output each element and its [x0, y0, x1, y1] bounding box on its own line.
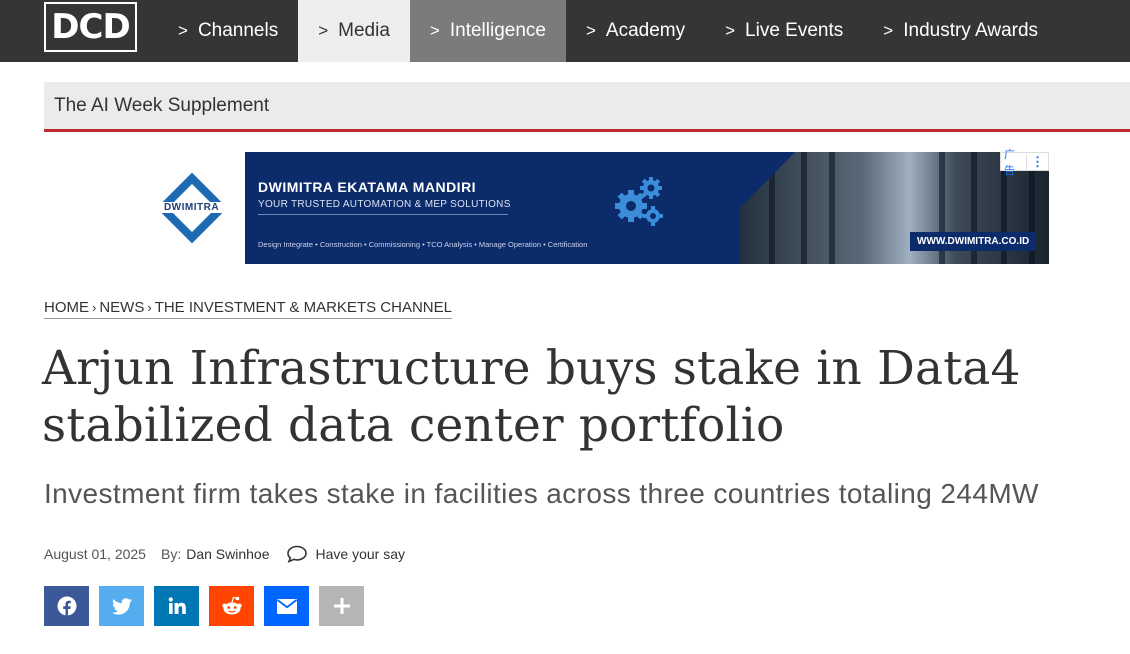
- supplement-label: The AI Week Supplement: [54, 94, 270, 116]
- chevron-right-icon: >: [429, 21, 440, 40]
- nav-item-label: Media: [338, 20, 390, 41]
- gears-icon: [615, 177, 663, 226]
- top-navigation: DCD > Channels > Media > Intelligence > …: [0, 0, 1130, 62]
- chevron-right-icon: >: [725, 21, 736, 40]
- article-meta: August 01, 2025 By: Dan Swinhoe Have you…: [44, 545, 405, 563]
- nav-item-industry-awards[interactable]: > Industry Awards: [863, 0, 1058, 62]
- twitter-icon: [111, 597, 132, 615]
- nav-item-channels[interactable]: > Channels: [158, 0, 298, 62]
- share-linkedin-button[interactable]: [154, 586, 199, 626]
- chevron-right-icon: >: [178, 21, 188, 40]
- ad-services: Design Integrate • Construction • Commis…: [258, 240, 588, 249]
- ad-tagline: YOUR TRUSTED AUTOMATION & MEP SOLUTIONS: [258, 199, 511, 210]
- nav-item-label: Industry Awards: [903, 20, 1039, 41]
- share-facebook-button[interactable]: [44, 586, 89, 626]
- article-title: Arjun Infrastructure buys stake in Data4…: [42, 341, 1021, 453]
- plus-icon: [333, 598, 350, 614]
- nav-item-academy[interactable]: > Academy: [566, 0, 705, 62]
- ad-banner[interactable]: DWIMITRA DWIMITRA EKATAMA MANDIRI YOUR T…: [138, 149, 1049, 264]
- chevron-right-icon: >: [883, 21, 894, 40]
- nav-item-label: Intelligence: [449, 20, 546, 41]
- comment-icon[interactable]: [286, 545, 308, 563]
- facebook-icon: [57, 596, 76, 616]
- nav-menu: > Channels > Media > Intelligence > Acad…: [158, 0, 1058, 62]
- logo-text: DCD: [51, 7, 130, 47]
- dcd-logo[interactable]: DCD: [44, 2, 137, 52]
- byline-label: By:: [160, 546, 182, 562]
- chevron-right-icon: >: [585, 21, 596, 40]
- supplement-bar[interactable]: The AI Week Supplement: [44, 82, 1130, 132]
- share-email-button[interactable]: [264, 586, 309, 626]
- ad-brand-panel: DWIMITRA: [138, 152, 245, 264]
- share-more-button[interactable]: [319, 586, 364, 626]
- breadcrumb-separator: ›: [92, 300, 97, 315]
- linkedin-icon: [168, 597, 186, 614]
- nav-item-label: Channels: [197, 20, 279, 41]
- breadcrumb-news[interactable]: NEWS: [99, 299, 144, 316]
- ad-choices[interactable]: 广告 ⋮: [1000, 149, 1049, 177]
- author-name[interactable]: Dan Swinhoe: [186, 546, 269, 562]
- breadcrumb: HOME › NEWS › THE INVESTMENT & MARKETS C…: [44, 299, 452, 319]
- share-reddit-button[interactable]: [209, 586, 254, 626]
- breadcrumb-home[interactable]: HOME: [44, 299, 89, 316]
- nav-item-media[interactable]: > Media: [298, 0, 410, 62]
- nav-item-label: Academy: [605, 20, 686, 41]
- share-bar: [44, 586, 374, 626]
- dwimitra-logo: DWIMITRA: [149, 172, 234, 244]
- share-twitter-button[interactable]: [99, 586, 144, 626]
- reddit-icon: [221, 596, 242, 615]
- chevron-right-icon: >: [318, 21, 329, 40]
- ad-label: 广告: [1004, 148, 1015, 177]
- email-icon: [276, 598, 297, 614]
- article-date: August 01, 2025: [44, 546, 146, 562]
- nav-item-intelligence[interactable]: > Intelligence: [409, 0, 566, 62]
- breadcrumb-investment-channel[interactable]: THE INVESTMENT & MARKETS CHANNEL: [155, 299, 452, 316]
- ad-company: DWIMITRA EKATAMA MANDIRI: [258, 179, 477, 195]
- ad-main-panel: DWIMITRA EKATAMA MANDIRI YOUR TRUSTED AU…: [245, 152, 1049, 264]
- breadcrumb-separator: ›: [147, 300, 152, 315]
- nav-item-live-events[interactable]: > Live Events: [705, 0, 863, 62]
- more-vert-icon[interactable]: ⋮: [1026, 153, 1048, 170]
- article-subtitle: Investment firm takes stake in facilitie…: [44, 478, 1039, 509]
- have-your-say-link[interactable]: Have your say: [316, 546, 405, 562]
- ad-logo-text: DWIMITRA: [149, 202, 234, 213]
- nav-item-label: Live Events: [745, 20, 844, 41]
- ad-url[interactable]: WWW.DWIMITRA.CO.ID: [910, 232, 1037, 251]
